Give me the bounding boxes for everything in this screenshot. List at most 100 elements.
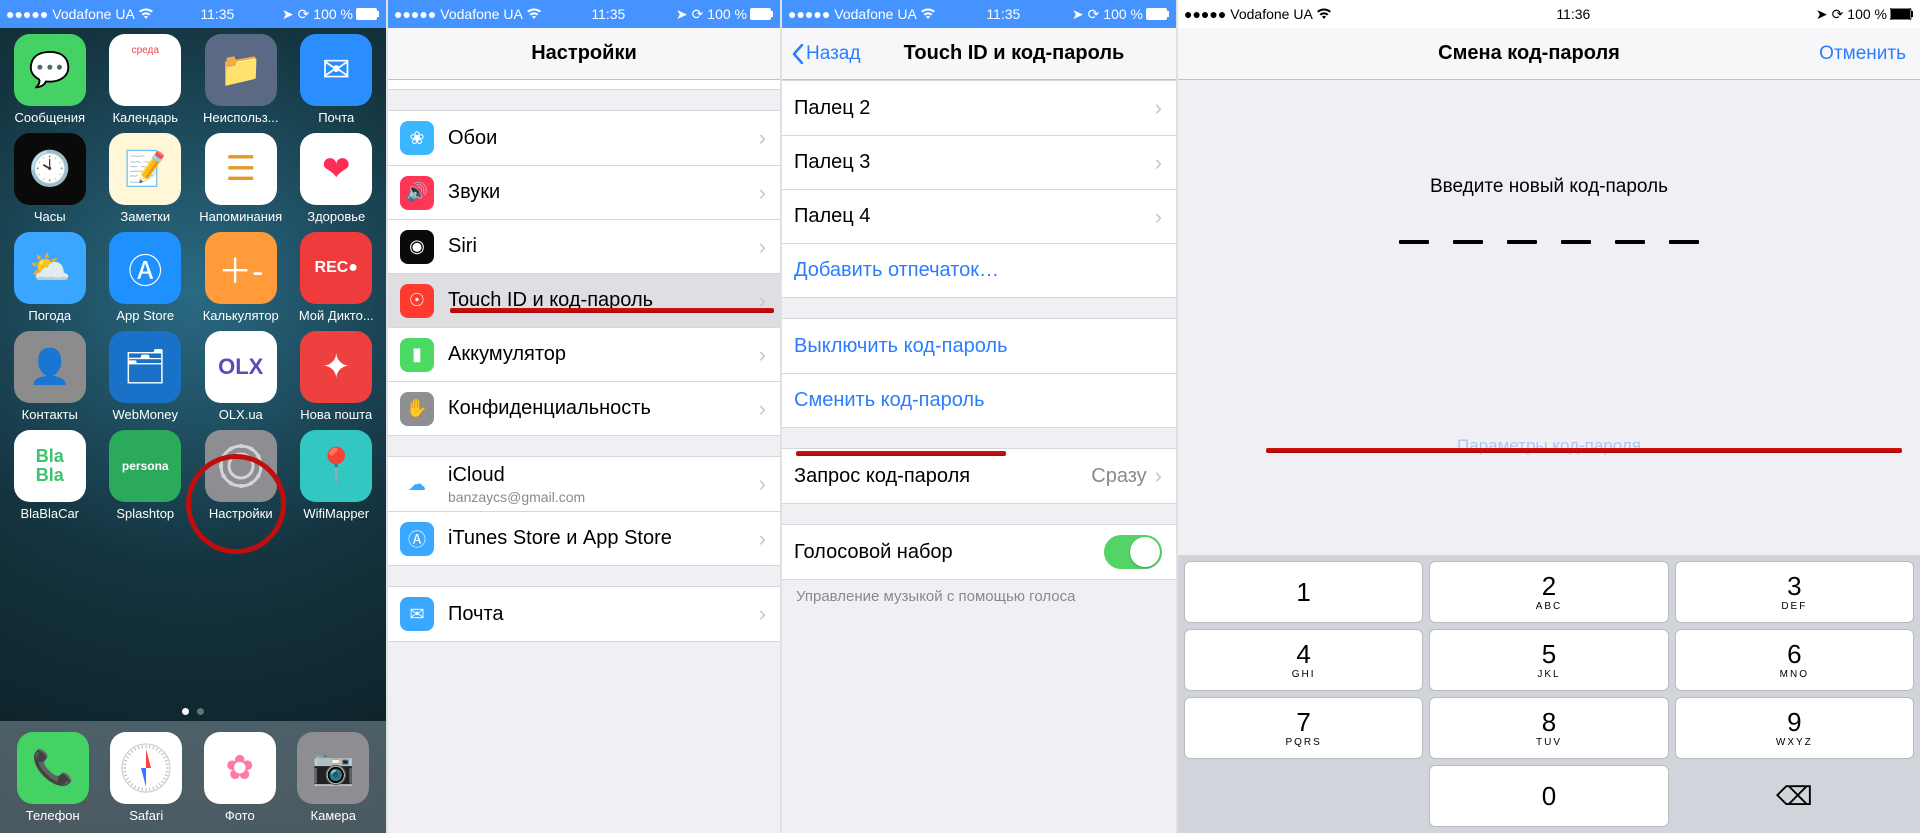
settings-row--[interactable]: 🔊Звуки› (388, 165, 780, 219)
pane-settings: ●●●●● Vodafone UA 11:35 ➤ ⟳ 100 % Настро… (386, 0, 780, 833)
status-bar: ●●●●● Vodafone UA 11:36 ➤ ⟳ 100 % (1178, 0, 1920, 28)
keypad-key-4[interactable]: 4GHI (1184, 629, 1423, 691)
signal-dots: ●●●●● (394, 6, 436, 22)
touchid-list[interactable]: Палец 2›Палец 3›Палец 4›Добавить отпечат… (782, 80, 1176, 833)
keypad-delete[interactable]: ⌫ (1675, 765, 1914, 827)
keypad-key-0[interactable]: 0 (1429, 765, 1668, 827)
app--[interactable]: ⛅Погода (4, 232, 96, 323)
app-label: WifiMapper (303, 506, 369, 521)
app-label: Splashtop (116, 506, 174, 521)
dock: 📞Телефон Safari ✿Фото 📷Камера (0, 721, 386, 833)
app-label: Safari (129, 808, 163, 823)
app-label: Неиспольз... (203, 110, 279, 125)
page-title: Настройки (388, 42, 780, 65)
settings-row--[interactable]: ❀Обои› (388, 111, 780, 165)
add-fingerprint-link[interactable]: Добавить отпечаток… (782, 243, 1176, 297)
finger-row[interactable]: Палец 3› (782, 135, 1176, 189)
app-label: Телефон (26, 808, 80, 823)
app-wifimapper[interactable]: 📍WifiMapper (291, 430, 383, 521)
passcode-options-link[interactable]: Параметры код-пароля (1178, 436, 1920, 456)
app-olx-ua[interactable]: OLXOLX.ua (195, 331, 287, 422)
app--[interactable]: ✦Нова пошта (291, 331, 383, 422)
finger-label: Палец 2 (794, 97, 1155, 120)
app-label: BlaBlaCar (20, 506, 79, 521)
app--[interactable]: ✿Фото (204, 732, 276, 823)
settings-row--[interactable]: ✋Конфиденциальность› (388, 381, 780, 435)
keypad-key-1[interactable]: 1 (1184, 561, 1423, 623)
back-label: Назад (806, 43, 860, 65)
keypad-key-7[interactable]: 7PQRS (1184, 697, 1423, 759)
app--[interactable]: Настройки (195, 430, 287, 521)
finger-row[interactable]: Палец 2› (782, 81, 1176, 135)
require-passcode-value: Сразу (1091, 465, 1146, 488)
app-icon: ✉ (300, 34, 372, 106)
app-icon: Bla Bla (14, 430, 86, 502)
key-letters: TUV (1536, 737, 1562, 748)
key-letters: DEF (1781, 601, 1807, 612)
app-splashtop[interactable]: personaSplashtop (100, 430, 192, 521)
voice-dial-toggle[interactable] (1104, 535, 1162, 569)
app-app-store[interactable]: ⒶApp Store (100, 232, 192, 323)
cell-label: Почта (448, 603, 759, 626)
key-number: ⌫ (1776, 783, 1813, 809)
app-icon: REC● (300, 232, 372, 304)
chevron-right-icon: › (759, 180, 766, 206)
require-passcode-label: Запрос код-пароля (794, 465, 1091, 488)
settings-row--[interactable]: ✉Почта› (388, 587, 780, 641)
battery-icon: ▮ (400, 338, 434, 372)
settings-row-siri[interactable]: ◉Siri› (388, 219, 780, 273)
keypad-key-6[interactable]: 6MNO (1675, 629, 1914, 691)
battery: 100 % (313, 6, 380, 22)
carrier-label: Vodafone UA (834, 6, 917, 22)
page-indicator[interactable] (0, 708, 386, 715)
keypad-key-2[interactable]: 2ABC (1429, 561, 1668, 623)
back-button[interactable]: Назад (792, 43, 860, 65)
app--[interactable]: среда12Календарь (100, 34, 192, 125)
voice-dial-cell[interactable]: Голосовой набор (782, 525, 1176, 579)
app--[interactable]: 🕙Часы (4, 133, 96, 224)
location-icon: ➤ (676, 6, 688, 23)
settings-row-touch-id-[interactable]: ☉Touch ID и код-пароль› (388, 273, 780, 327)
app--[interactable]: 📝Заметки (100, 133, 192, 224)
carrier-label: Vodafone UA (1230, 6, 1313, 22)
keypad-key-5[interactable]: 5JKL (1429, 629, 1668, 691)
cell-label: iTunes Store и App Store (448, 527, 759, 550)
cal-icon: среда12 (109, 34, 181, 106)
time-label: 11:35 (541, 6, 676, 22)
finger-row[interactable]: Палец 4› (782, 189, 1176, 243)
settings-row-itunes-store-app-store[interactable]: ⒶiTunes Store и App Store› (388, 511, 780, 565)
app--[interactable]: REC●Мой Дикто... (291, 232, 383, 323)
keypad-key-3[interactable]: 3DEF (1675, 561, 1914, 623)
keypad-key-8[interactable]: 8TUV (1429, 697, 1668, 759)
cancel-button[interactable]: Отменить (1819, 43, 1906, 65)
key-number: 0 (1542, 783, 1556, 809)
keypad-key-9[interactable]: 9WXYZ (1675, 697, 1914, 759)
chevron-right-icon: › (759, 601, 766, 627)
app--[interactable]: ❤Здоровье (291, 133, 383, 224)
chevron-right-icon: › (759, 234, 766, 260)
disable-passcode-link[interactable]: Выключить код-пароль (782, 319, 1176, 373)
app--[interactable]: 👤Контакты (4, 331, 96, 422)
settings-row--[interactable]: ▮Аккумулятор› (388, 327, 780, 381)
navbar: Назад Touch ID и код-пароль (782, 28, 1176, 80)
fingerprint-icon: ☉ (400, 284, 434, 318)
orientation-lock-icon: ⟳ (1832, 6, 1844, 23)
app--[interactable]: 📁Неиспольз... (195, 34, 287, 125)
change-passcode-link[interactable]: Сменить код-пароль (782, 373, 1176, 427)
settings-list[interactable]: ❀Обои›🔊Звуки›◉Siri›☉Touch ID и код-парол… (388, 80, 780, 833)
app--[interactable]: 💬Сообщения (4, 34, 96, 125)
app-safari[interactable]: Safari (110, 732, 182, 823)
settings-row-icloud[interactable]: ☁iCloudbanzaycs@gmail.com› (388, 457, 780, 511)
app--[interactable]: ✉Почта (291, 34, 383, 125)
app-blablacar[interactable]: Bla Bla BlaBlaCar (4, 430, 96, 521)
app-icon: ❤ (300, 133, 372, 205)
app--[interactable]: 📞Телефон (17, 732, 89, 823)
app--[interactable]: ＋-Калькулятор (195, 232, 287, 323)
app--[interactable]: ☰Напоминания (195, 133, 287, 224)
app--[interactable]: 📷Камера (297, 732, 369, 823)
status-bar: ●●●●● Vodafone UA 11:35 ➤ ⟳ 100 % (0, 0, 386, 28)
signal-dots: ●●●●● (788, 6, 830, 22)
app-webmoney[interactable]: 🗂WebMoney (100, 331, 192, 422)
app-label: Калькулятор (203, 308, 279, 323)
require-passcode-cell[interactable]: Запрос код-пароля Сразу › (782, 449, 1176, 503)
